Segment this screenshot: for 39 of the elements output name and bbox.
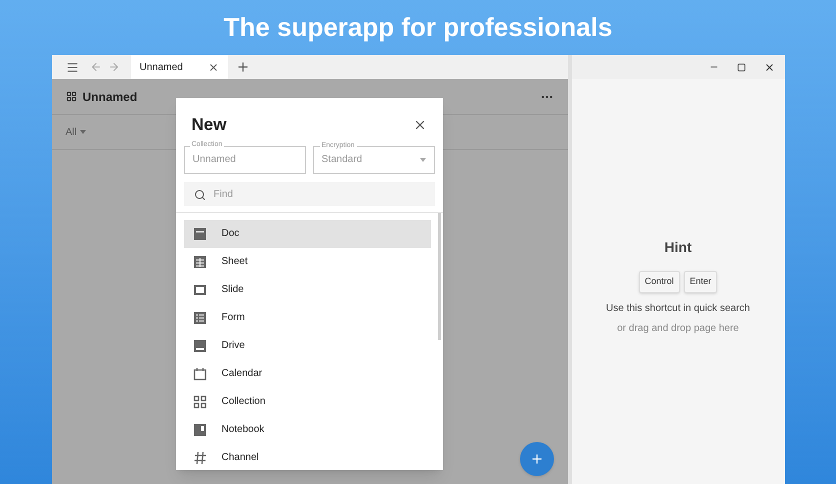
new-item[interactable]: Channel	[184, 444, 430, 472]
channel-icon	[192, 450, 206, 464]
close-window-icon[interactable]	[764, 62, 774, 72]
collection-icon	[192, 394, 206, 408]
key-cap: Enter	[684, 271, 718, 292]
dialog-title: New	[192, 114, 226, 136]
search-icon	[194, 188, 206, 200]
new-item[interactable]: Collection	[184, 388, 430, 416]
hint-title: Hint	[664, 238, 692, 257]
hint-text: or drag and drop page here	[617, 322, 739, 336]
new-item[interactable]: Notebook	[184, 416, 430, 444]
new-tab-icon[interactable]	[236, 60, 250, 74]
slide-icon	[192, 282, 206, 296]
input-field[interactable]: Unnamed	[184, 146, 306, 174]
plus-icon	[530, 452, 544, 466]
hint-text: Use this shortcut in quick search	[606, 302, 750, 316]
caret-icon	[420, 158, 426, 162]
tab[interactable]: Unnamed	[130, 55, 228, 79]
new-item[interactable]: Drive	[184, 332, 430, 360]
maximize-icon[interactable]	[736, 62, 746, 72]
notebook-icon	[192, 422, 206, 436]
search-field[interactable]: Find	[184, 182, 434, 206]
new-item[interactable]: Form	[184, 304, 430, 332]
page-title: Unnamed	[82, 88, 138, 106]
grid-icon	[66, 91, 76, 102]
headline: The superapp for professionals	[224, 11, 612, 44]
close-tab-icon[interactable]	[208, 62, 218, 72]
calendar-icon	[192, 366, 206, 380]
drive-icon	[192, 338, 206, 352]
new-item[interactable]: Calendar	[184, 360, 430, 388]
new-item[interactable]: Doc	[184, 220, 430, 248]
sheet-icon	[192, 254, 206, 268]
key-cap: Control	[638, 271, 680, 292]
new-item[interactable]: Slide	[184, 276, 430, 304]
form-icon	[192, 310, 206, 324]
new-item[interactable]: Sheet	[184, 248, 430, 276]
doc-icon	[192, 226, 206, 240]
menu-icon[interactable]	[66, 60, 78, 74]
caret-icon	[80, 130, 86, 134]
